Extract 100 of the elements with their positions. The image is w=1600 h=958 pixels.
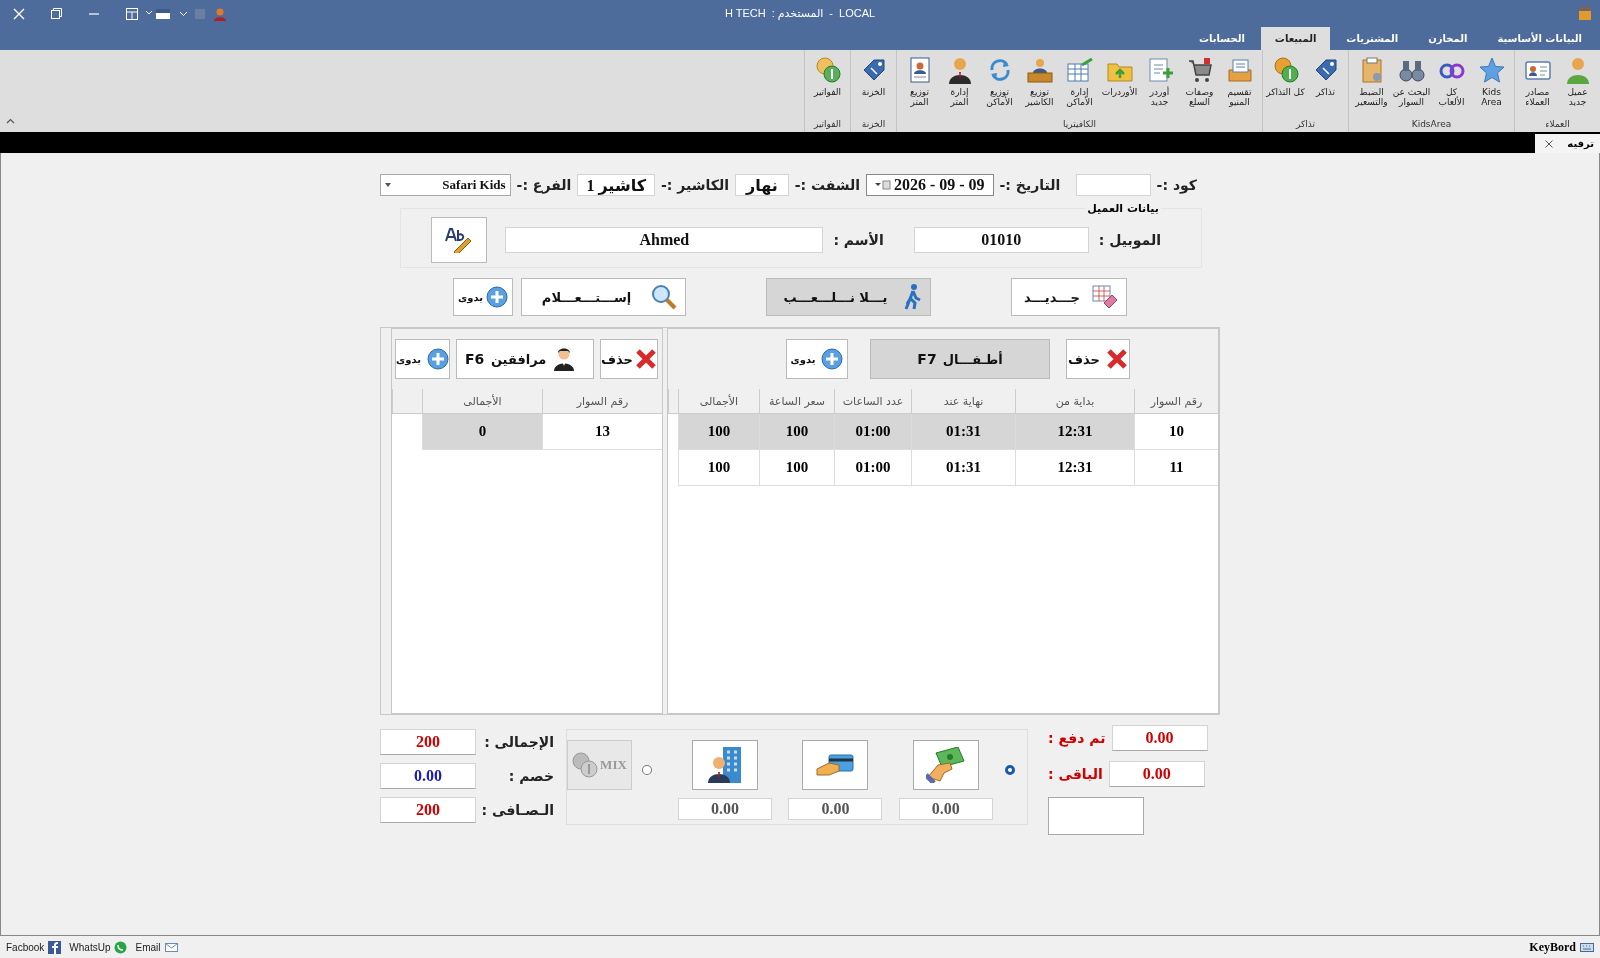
layout-icon[interactable] [126, 7, 138, 20]
new-button[interactable]: جـــديـــد [1011, 278, 1127, 316]
column-header[interactable]: الأجمالى [678, 389, 759, 414]
column-header[interactable]: رقم السوار [542, 389, 662, 414]
ribbon-button[interactable]: عميل جديد [1558, 56, 1597, 119]
person-icon[interactable] [213, 6, 227, 21]
keyboard-icon [1580, 941, 1594, 953]
plus-icon [486, 286, 508, 308]
total-field[interactable]: 200 [380, 729, 476, 755]
amount-field[interactable]: 0.00 [898, 798, 993, 820]
ribbon-button[interactable]: تذاكر [1306, 56, 1345, 119]
ribbon-button[interactable]: كل التذاكر [1266, 56, 1305, 119]
envelope-icon [164, 940, 178, 954]
bank-button[interactable] [692, 740, 759, 790]
amount-field[interactable]: 0.00 [788, 798, 883, 820]
caret-icon[interactable] [180, 9, 187, 18]
manual-button[interactable]: يدوى [786, 339, 848, 379]
ribbon-button[interactable]: البحث عن السوار [1392, 56, 1431, 119]
ribbon-tab[interactable]: المبيعات [1260, 27, 1331, 50]
table-cell: 01:31 [911, 450, 1015, 486]
close-icon[interactable] [1545, 139, 1554, 148]
manual-button[interactable]: يدوى [395, 339, 450, 379]
whatsapp-link[interactable]: WhatsUp [69, 940, 128, 954]
desk-person-icon [1025, 56, 1054, 84]
play-button[interactable]: يـــلا نـــلـــعـــب [766, 278, 931, 316]
ribbon-button[interactable]: مصادر العملاء [1518, 56, 1557, 119]
ribbon-button[interactable]: الفواتير [808, 56, 847, 119]
collapse-icon[interactable] [6, 118, 15, 124]
tray-icon [1225, 56, 1254, 84]
ribbon-button[interactable]: إدارة المتر [940, 56, 979, 119]
coins-icon [1271, 56, 1300, 84]
ribbon-button[interactable]: توزيع الكاشير [1020, 56, 1059, 119]
ribbon-button[interactable]: Kids Area [1472, 56, 1511, 119]
user-label: المستخدم : [771, 7, 824, 20]
ribbon-button[interactable]: وصفات السلع [1180, 56, 1219, 119]
ribbon-button[interactable]: تقسيم المنيو [1220, 56, 1259, 119]
column-header[interactable]: نهاية عند [911, 389, 1015, 414]
ribbon-tab[interactable]: البيانات الأساسية [1483, 27, 1596, 50]
amount-field[interactable]: 0.00 [678, 798, 773, 820]
ribbon-tab[interactable]: المشتريات [1332, 27, 1413, 50]
delete-button[interactable]: حذف [600, 339, 658, 379]
restore-icon[interactable] [51, 8, 62, 19]
delete-button[interactable]: حذف [1066, 339, 1130, 379]
facebook-icon [48, 940, 62, 954]
column-header[interactable]: رقم السوار [1134, 389, 1218, 414]
ribbon-button[interactable]: توزيع الأماكن [980, 56, 1019, 119]
facebook-link[interactable]: Facbook [6, 940, 62, 954]
ribbon-button[interactable]: الضبط والتسعير [1352, 56, 1391, 119]
field-label: الباقى : [1048, 766, 1103, 782]
table-icon [1065, 56, 1094, 84]
table-cell: 01:31 [911, 414, 1015, 450]
field-label: الفرع :- [516, 177, 572, 193]
date-field[interactable]: 2026 - 09 - 09 [866, 174, 994, 196]
window-dropdown-icon[interactable] [146, 7, 172, 20]
shift-field[interactable]: نهار [735, 174, 789, 196]
ribbon-button[interactable]: إدارة الأماكن [1060, 56, 1099, 119]
field-label: الأسم : [833, 232, 884, 248]
ribbon-button[interactable]: توزيع المتر [900, 56, 939, 119]
column-header[interactable]: بداية من [1015, 389, 1134, 414]
ribbon-button[interactable]: الأوردرات [1100, 56, 1139, 119]
net-field[interactable]: 200 [380, 797, 476, 823]
branch-dropdown[interactable]: Safari Kids [380, 174, 511, 196]
column-header[interactable]: سعر الساعة [759, 389, 834, 414]
email-link[interactable]: Email [135, 940, 178, 954]
notes-field[interactable] [1048, 797, 1144, 835]
x-mark-icon [1106, 348, 1128, 370]
plus-icon [426, 348, 449, 370]
mobile-field[interactable]: 01010 [913, 227, 1089, 253]
calendar-dropdown-icon[interactable] [875, 180, 892, 190]
radio-button[interactable] [641, 765, 652, 775]
table-cell: 100 [759, 414, 834, 450]
radio-button[interactable] [1005, 765, 1015, 775]
column-header[interactable]: الأجمالى [422, 389, 542, 414]
table-cell: 0 [422, 414, 542, 450]
paid-field[interactable]: 0.00 [1111, 725, 1208, 751]
ribbon-button[interactable]: الخزنة [854, 56, 893, 119]
remaining-field[interactable]: 0.00 [1108, 761, 1205, 787]
keyboard-button[interactable]: KeyBord [1529, 939, 1594, 955]
star-icon [1477, 56, 1506, 84]
cashier-field[interactable]: كاشير 1 [577, 174, 656, 196]
table-eraser-icon [1092, 285, 1118, 309]
column-header[interactable]: عدد الساعات [834, 389, 911, 414]
table-cell: 01:00 [834, 414, 911, 450]
tab-label: ترفيه [1567, 138, 1594, 149]
card-button[interactable] [802, 740, 869, 790]
ribbon-tab[interactable]: الحسابات [1184, 27, 1259, 50]
document-tab[interactable]: ترفيه [1535, 134, 1600, 153]
cash-button[interactable] [912, 740, 979, 790]
app-icon [1578, 6, 1592, 21]
edit-button[interactable] [431, 217, 488, 263]
code-field[interactable] [1076, 174, 1151, 196]
panel-title: بيانات العميل [1085, 202, 1161, 215]
manual-button[interactable]: يدوى [453, 278, 513, 316]
ribbon-button[interactable]: أوردر جديد [1140, 56, 1179, 119]
ribbon-button[interactable]: كل الألعاب [1432, 56, 1471, 119]
inquiry-button[interactable]: إســـتـــعـــلام [521, 278, 686, 316]
table-cell: 11 [1134, 450, 1218, 486]
ribbon-tab[interactable]: المخازن [1414, 27, 1482, 50]
name-field[interactable]: Ahmed [505, 227, 824, 253]
discount-field[interactable]: 0.00 [380, 763, 476, 789]
